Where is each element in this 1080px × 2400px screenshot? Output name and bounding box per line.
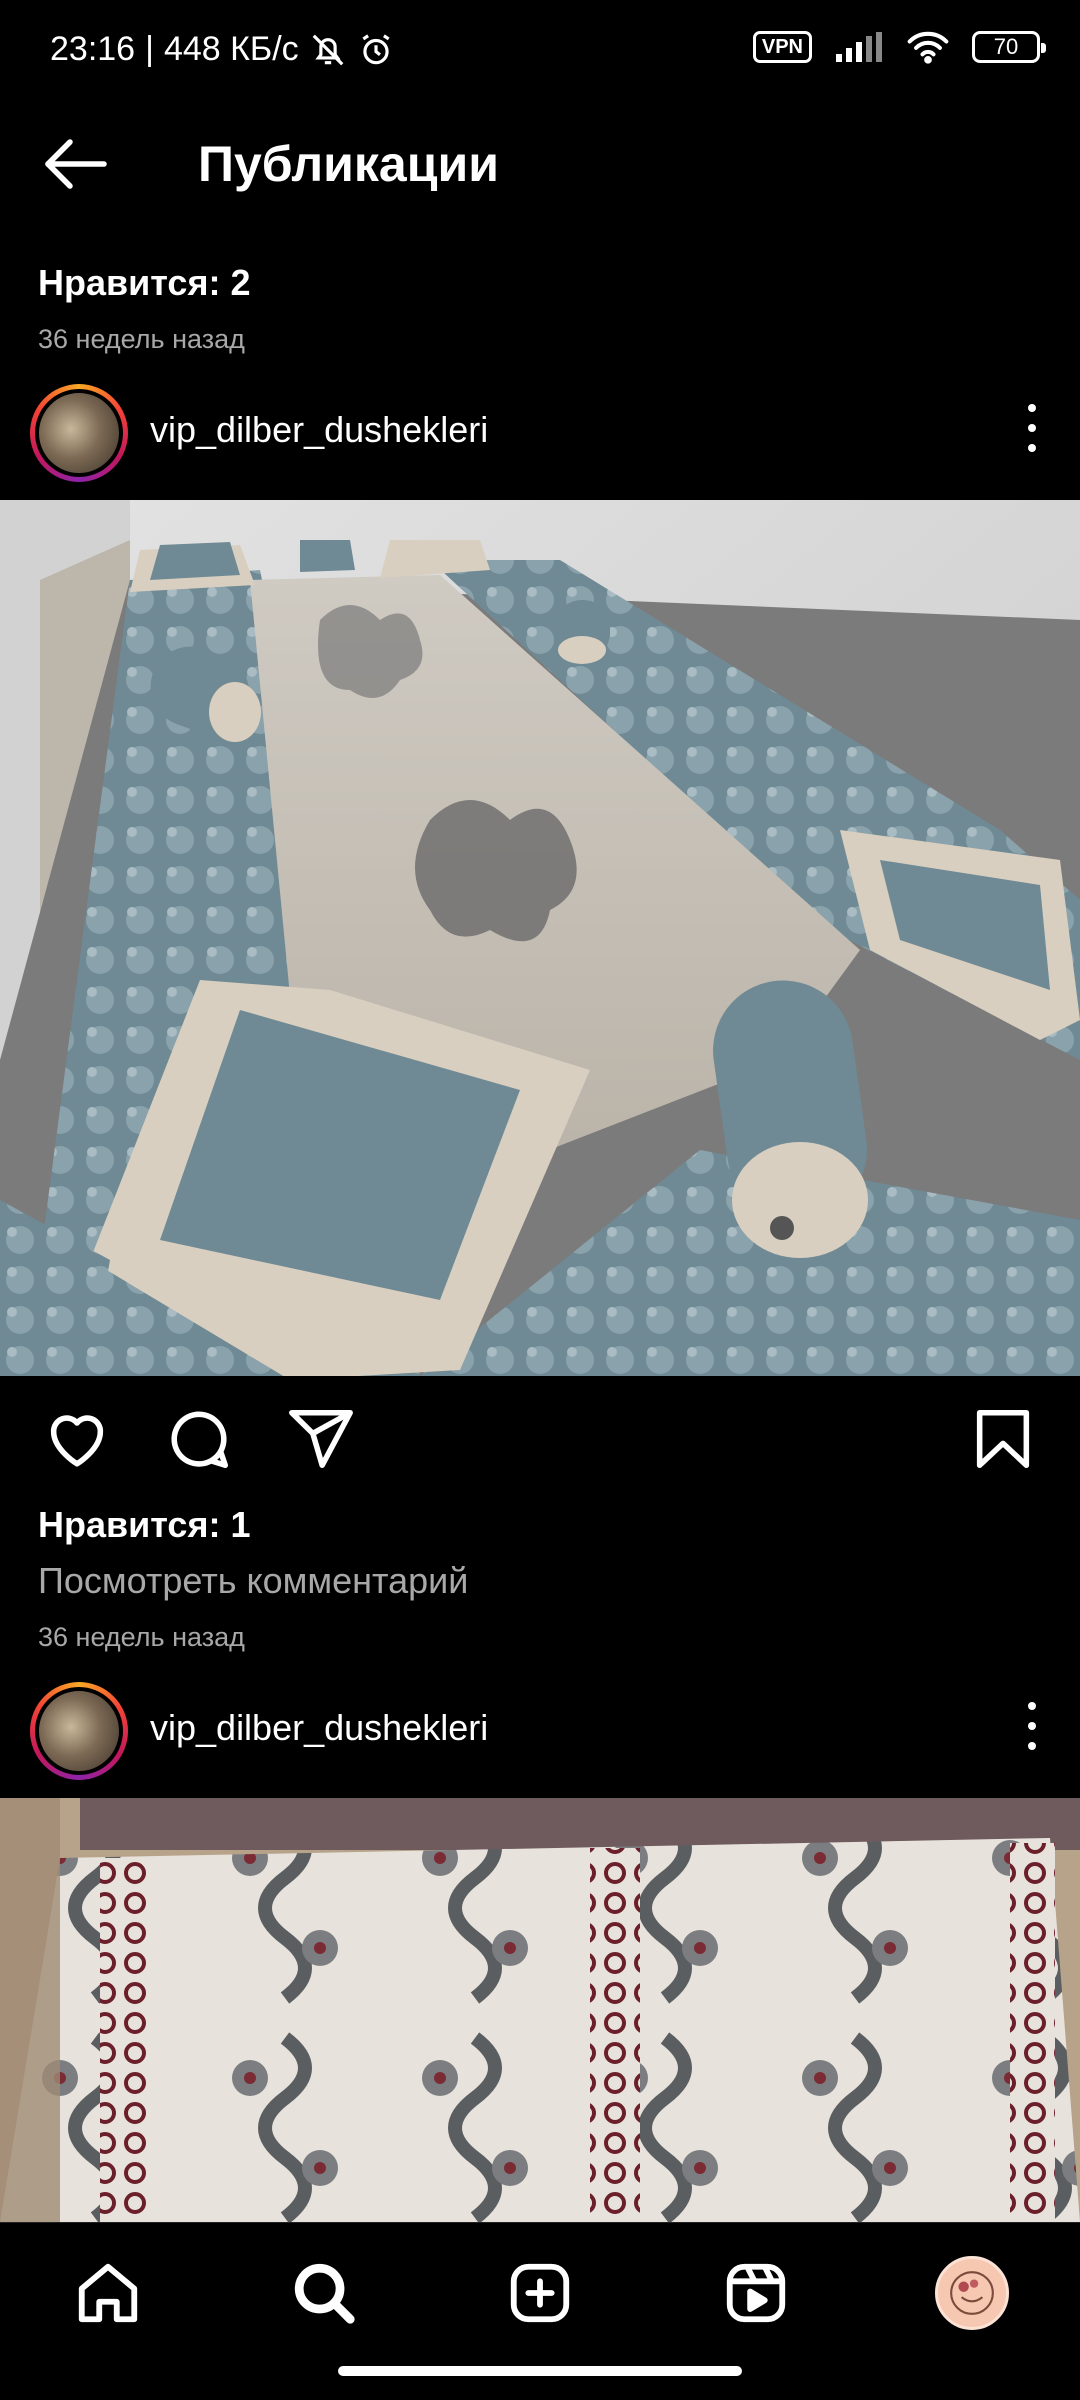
status-time: 23:16 <box>50 30 136 68</box>
action-bar <box>0 1390 1080 1490</box>
nav-search[interactable] <box>286 2255 362 2331</box>
nav-profile[interactable] <box>934 2255 1010 2331</box>
more-options-icon[interactable] <box>1012 396 1052 460</box>
likes-count[interactable]: Нравится: 1 <box>38 1504 250 1546</box>
more-options-icon-2[interactable] <box>1012 1694 1052 1758</box>
profile-avatar <box>935 2256 1009 2330</box>
share-icon[interactable] <box>286 1404 356 1474</box>
search-icon <box>294 2263 355 2324</box>
avatar-2[interactable] <box>30 1682 128 1780</box>
post-username-2[interactable]: vip_dilber_dushekleri <box>150 1707 488 1749</box>
nav-reels[interactable] <box>718 2255 794 2331</box>
status-separator: | <box>145 30 154 68</box>
profile-logo-icon <box>950 2271 994 2315</box>
battery-icon: 70 <box>972 31 1046 63</box>
mute-icon <box>312 34 344 65</box>
avatar[interactable] <box>30 384 128 482</box>
view-comments-link[interactable]: Посмотреть комментарий <box>38 1560 468 1602</box>
post-image[interactable] <box>0 500 1080 1376</box>
mattress-photo <box>0 500 1080 1376</box>
time-ago: 36 недель назад <box>38 1622 245 1652</box>
likes-count-top[interactable]: Нравится: 2 <box>38 262 250 304</box>
page-title: Публикации <box>198 136 499 192</box>
arrow-left-icon <box>45 139 107 189</box>
home-icon <box>78 2263 138 2323</box>
home-indicator[interactable] <box>338 2366 742 2376</box>
comment-icon[interactable] <box>164 1404 234 1474</box>
heart-icon[interactable] <box>42 1404 112 1474</box>
bolster-back <box>555 600 610 664</box>
status-right: VPN 70 <box>752 30 1046 64</box>
nav-home[interactable] <box>70 2255 146 2331</box>
post-image-2[interactable] <box>0 1798 1080 2222</box>
app-bar: Публикации <box>0 104 1080 224</box>
nav-create[interactable] <box>502 2255 578 2331</box>
battery-level: 70 <box>993 34 1019 59</box>
status-left: 23:16 | 448 КБ/с <box>50 30 395 69</box>
time-ago-top: 36 недель назад <box>38 324 245 354</box>
fabric-photo <box>0 1798 1080 2222</box>
post-header: vip_dilber_dushekleri <box>0 366 1080 496</box>
signal-icon <box>836 32 882 62</box>
vpn-badge: VPN <box>752 31 812 63</box>
alarm-icon <box>362 33 390 64</box>
status-speed: 448 КБ/с <box>163 30 299 68</box>
bookmark-icon[interactable] <box>968 1404 1038 1474</box>
wifi-icon <box>907 31 949 64</box>
add-post-icon <box>510 2263 570 2323</box>
back-button[interactable] <box>40 132 112 196</box>
post-header-2: vip_dilber_dushekleri <box>0 1664 1080 1794</box>
post-username[interactable]: vip_dilber_dushekleri <box>150 409 488 451</box>
screen: 23:16 | 448 КБ/с VPN 70 Публикации Нрави… <box>0 0 1080 2400</box>
reels-icon <box>726 2263 786 2323</box>
status-bar: 23:16 | 448 КБ/с VPN 70 <box>0 0 1080 104</box>
